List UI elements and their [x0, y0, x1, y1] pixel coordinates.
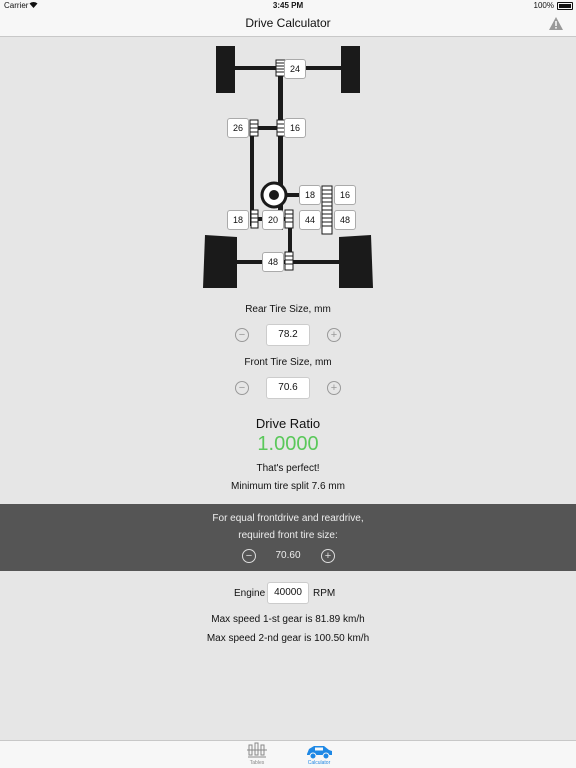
engine-label: Engine [234, 588, 266, 599]
engine-rpm-input[interactable]: 40000 [267, 582, 309, 604]
warning-triangle-icon[interactable] [548, 16, 564, 31]
gear-mid-left[interactable]: 26 [227, 118, 249, 138]
gear-lower-far-right[interactable]: 48 [334, 210, 356, 230]
drive-ratio-value: 1.0000 [257, 433, 319, 455]
equal-drive-value: 70.60 [275, 550, 301, 561]
front-tire-input[interactable]: 70.6 [266, 377, 310, 399]
tab-tables-label: Tables [249, 760, 265, 766]
front-left-wheel [203, 235, 237, 288]
tab-tables[interactable]: Tables [237, 742, 277, 768]
engine-row: Engine 40000 RPM [0, 582, 576, 606]
rear-tire-input[interactable]: 78.2 [266, 324, 310, 346]
drive-ratio-message: That's perfect! [256, 463, 320, 474]
engine-unit: RPM [313, 588, 336, 599]
front-tire-stepper: − 70.6 + [0, 376, 576, 400]
page-title: Drive Calculator [245, 16, 331, 30]
max-speed-gear1: Max speed 1-st gear is 81.89 km/h [211, 614, 365, 625]
front-right-wheel [339, 235, 373, 288]
tire-split-message: Minimum tire split 7.6 mm [231, 481, 345, 492]
gear-lower-right[interactable]: 44 [299, 210, 321, 230]
drivetrain-diagram: 24 26 16 18 16 18 20 44 48 48 [0, 38, 576, 298]
gear-front-axle[interactable]: 48 [262, 252, 284, 272]
rear-left-wheel [216, 46, 235, 93]
gear-motor[interactable]: 18 [299, 185, 321, 205]
tab-calculator[interactable]: Calculator [299, 742, 339, 768]
front-tire-decrement-button[interactable]: − [235, 381, 249, 395]
gear-lower-mid[interactable]: 20 [262, 210, 284, 230]
gear-lower-left[interactable]: 18 [227, 210, 249, 230]
gear-motor-right[interactable]: 16 [334, 185, 356, 205]
max-speed-gear2: Max speed 2-nd gear is 100.50 km/h [206, 633, 370, 644]
tab-bar: Tables Calculator [0, 740, 576, 768]
equal-drive-increment-button[interactable]: + [321, 549, 335, 563]
front-tire-label: Front Tire Size, mm [244, 357, 332, 368]
front-tire-increment-button[interactable]: + [327, 381, 341, 395]
rear-tire-increment-button[interactable]: + [327, 328, 341, 342]
gear-stack-mid-left [249, 119, 259, 137]
gear-mid-right[interactable]: 16 [284, 118, 306, 138]
gear-stack-front [284, 251, 294, 271]
battery-percent: 100% [533, 1, 554, 10]
gear-stack-motor-right [321, 185, 333, 235]
status-bar: Carrier 3:45 PM 100% [0, 0, 576, 12]
rear-tire-stepper: − 78.2 + [0, 323, 576, 347]
tables-icon [247, 742, 267, 758]
equal-drive-panel: For equal frontdrive and reardrive, requ… [0, 504, 576, 571]
battery-icon [557, 2, 573, 10]
nav-bar: Drive Calculator [0, 12, 576, 37]
gear-rear-axle[interactable]: 24 [284, 59, 306, 79]
drive-ratio-title: Drive Ratio [255, 416, 321, 431]
equal-drive-line2: required front tire size: [238, 530, 338, 541]
tab-calculator-label: Calculator [307, 760, 331, 766]
car-icon [307, 746, 332, 760]
equal-drive-line1: For equal frontdrive and reardrive, [212, 513, 364, 524]
rear-tire-decrement-button[interactable]: − [235, 328, 249, 342]
rear-tire-label: Rear Tire Size, mm [245, 304, 331, 315]
rear-right-wheel [341, 46, 360, 93]
status-time: 3:45 PM [272, 1, 304, 10]
